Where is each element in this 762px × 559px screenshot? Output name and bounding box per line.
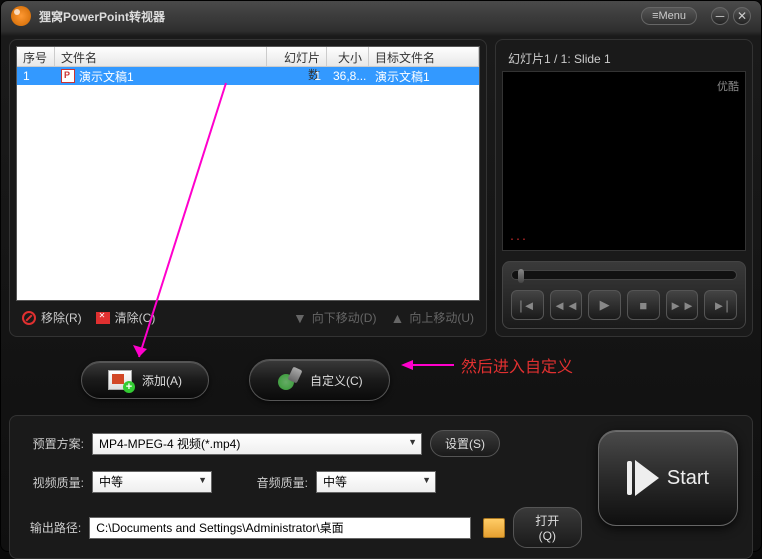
- remove-button[interactable]: 移除(R): [22, 309, 82, 326]
- table-row[interactable]: 1 演示文稿1 1 36,8... 演示文稿1: [17, 67, 479, 85]
- preset-label: 预置方案:: [24, 435, 84, 452]
- col-size[interactable]: 大小: [327, 47, 369, 66]
- open-button[interactable]: 打开(Q): [513, 507, 582, 548]
- preview-text: ...: [509, 233, 527, 244]
- output-panel: 预置方案: MP4-MPEG-4 视频(*.mp4) 设置(S) 视频质量: 中…: [9, 415, 753, 559]
- prev-button[interactable]: ◄◄: [550, 290, 583, 320]
- play-icon: [627, 460, 659, 496]
- audio-quality-label: 音频质量:: [248, 474, 308, 491]
- app-title: 狸窝PowerPoint转视器: [39, 8, 641, 25]
- arrow-down-icon: ▼: [293, 310, 307, 326]
- video-quality-select[interactable]: 中等: [92, 471, 212, 493]
- customize-icon: [276, 368, 300, 392]
- minimize-button[interactable]: ─: [711, 7, 729, 25]
- col-filename[interactable]: 文件名: [55, 47, 267, 66]
- add-file-icon: [108, 370, 132, 390]
- preview-label: 幻灯片1 / 1: Slide 1: [502, 46, 746, 71]
- titlebar: 狸窝PowerPoint转视器 ≡Menu ─ ✕: [1, 1, 761, 31]
- cell-target: 演示文稿1: [369, 67, 479, 86]
- stop-button[interactable]: ■: [627, 290, 660, 320]
- menu-button[interactable]: ≡Menu: [641, 7, 697, 25]
- preview-viewport: 优酷 ...: [502, 71, 746, 251]
- cell-index: 1: [17, 68, 55, 84]
- seek-bar[interactable]: [511, 270, 737, 280]
- annotation-text: 然后进入自定义: [461, 353, 573, 377]
- output-path-input[interactable]: [89, 517, 471, 539]
- move-down-button[interactable]: ▼ 向下移动(D): [293, 309, 377, 326]
- delete-icon: [22, 311, 36, 325]
- close-button[interactable]: ✕: [733, 7, 751, 25]
- customize-button[interactable]: 自定义(C): [249, 359, 390, 401]
- file-table[interactable]: 序号 文件名 幻灯片数 大小 目标文件名 1 演示文稿1 1 36,8... 演…: [16, 46, 480, 301]
- preset-select[interactable]: MP4-MPEG-4 视频(*.mp4): [92, 433, 422, 455]
- action-row: 添加(A) 自定义(C) 然后进入自定义: [1, 345, 761, 415]
- video-quality-label: 视频质量:: [24, 474, 84, 491]
- last-button[interactable]: ►|: [704, 290, 737, 320]
- next-button[interactable]: ►►: [666, 290, 699, 320]
- arrow-up-icon: ▲: [390, 310, 404, 326]
- col-index[interactable]: 序号: [17, 47, 55, 66]
- col-slides[interactable]: 幻灯片数: [267, 47, 327, 66]
- file-list-panel: 序号 文件名 幻灯片数 大小 目标文件名 1 演示文稿1 1 36,8... 演…: [9, 39, 487, 337]
- list-toolbar: 移除(R) 清除(C) ▼ 向下移动(D) ▲ 向上移动(U): [16, 301, 480, 330]
- clear-button[interactable]: 清除(C): [96, 309, 156, 326]
- cell-slides: 1: [267, 68, 327, 84]
- audio-quality-select[interactable]: 中等: [316, 471, 436, 493]
- clear-icon: [96, 312, 110, 324]
- first-button[interactable]: |◄: [511, 290, 544, 320]
- play-button[interactable]: ▶: [588, 290, 621, 320]
- settings-button[interactable]: 设置(S): [430, 430, 500, 457]
- preview-panel: 幻灯片1 / 1: Slide 1 优酷 ... |◄ ◄◄ ▶ ■ ►► ►|: [495, 39, 753, 337]
- player-controls: |◄ ◄◄ ▶ ■ ►► ►|: [502, 261, 746, 329]
- move-up-button[interactable]: ▲ 向上移动(U): [390, 309, 474, 326]
- ppt-icon: [61, 69, 75, 83]
- output-path-label: 输出路径:: [24, 519, 81, 536]
- watermark: 优酷: [717, 78, 739, 94]
- app-icon: [11, 6, 31, 26]
- browse-folder-button[interactable]: [483, 518, 504, 538]
- col-target[interactable]: 目标文件名: [369, 47, 479, 66]
- cell-size: 36,8...: [327, 68, 369, 84]
- annotation-arrow-2: [399, 355, 459, 375]
- add-button[interactable]: 添加(A): [81, 361, 209, 399]
- start-button[interactable]: Start: [598, 430, 738, 526]
- cell-filename: 演示文稿1: [55, 67, 267, 86]
